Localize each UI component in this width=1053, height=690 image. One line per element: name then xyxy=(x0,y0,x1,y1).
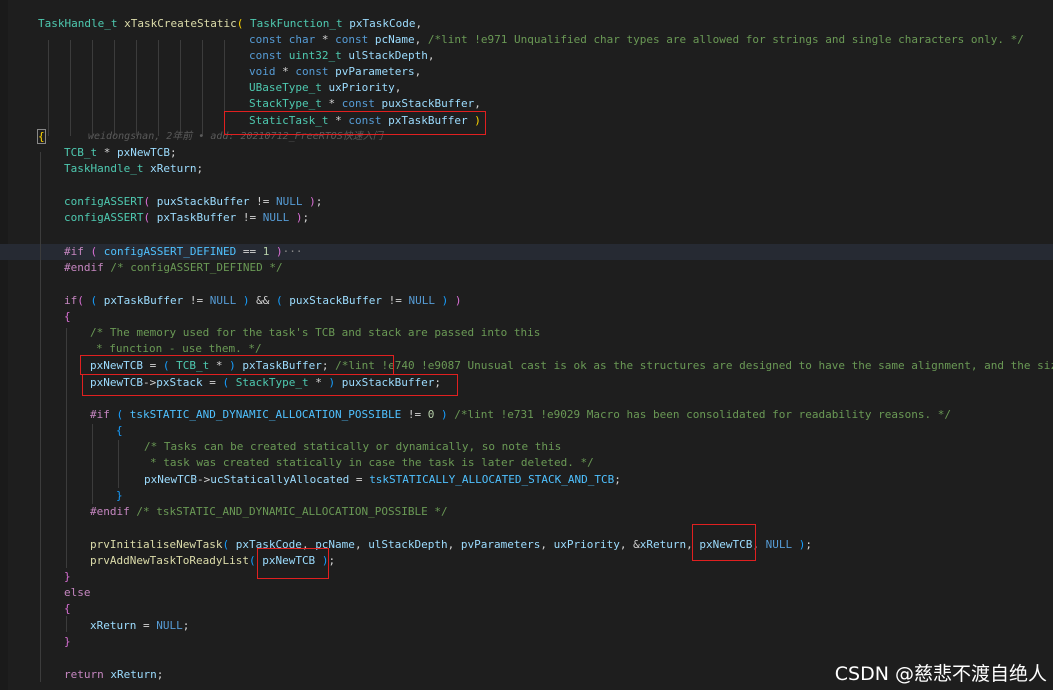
indent-guide xyxy=(118,440,119,488)
code-line: #if ( configASSERT_DEFINED == 1 )··· xyxy=(64,245,303,258)
code-line: } xyxy=(116,489,123,502)
code-line: const uint32_t ulStackDepth, xyxy=(249,49,435,62)
code-line: UBaseType_t uxPriority, xyxy=(249,81,402,94)
indent-guide xyxy=(114,40,115,136)
code-line: { xyxy=(64,602,71,615)
code-line: const char * const pcName, /*lint !e971 … xyxy=(249,33,1024,46)
code-line: else xyxy=(64,586,91,599)
code-line: { xyxy=(37,129,46,144)
code-line: TaskHandle_t xReturn; xyxy=(64,162,204,175)
code-editor[interactable]: TaskHandle_t xTaskCreateStatic( TaskFunc… xyxy=(0,0,1053,690)
highlight-box-static-task-param xyxy=(224,111,486,135)
code-line: return xReturn; xyxy=(64,668,164,681)
indent-guide xyxy=(158,40,159,136)
code-line: if( ( pxTaskBuffer != NULL ) && ( puxSta… xyxy=(64,294,462,307)
indent-guide xyxy=(180,40,181,136)
highlight-box-tcb-assignment xyxy=(80,355,394,375)
code-line: * task was created statically in case th… xyxy=(150,456,594,469)
code-line: #if ( tskSTATIC_AND_DYNAMIC_ALLOCATION_P… xyxy=(90,408,951,421)
code-line: } xyxy=(64,570,71,583)
code-line: pxNewTCB->ucStaticallyAllocated = tskSTA… xyxy=(144,473,621,486)
indent-guide xyxy=(92,40,93,136)
code-line: { xyxy=(116,424,123,437)
code-line: TCB_t * pxNewTCB; xyxy=(64,146,177,159)
code-line: /* The memory used for the task's TCB an… xyxy=(90,326,541,339)
highlight-box-stack-assignment xyxy=(82,374,458,396)
code-line: configASSERT( pxTaskBuffer != NULL ); xyxy=(64,211,310,224)
highlight-box-ready-list-arg xyxy=(257,548,329,579)
csdn-watermark: CSDN @慈悲不渡自绝人 xyxy=(834,663,1047,685)
indent-guide xyxy=(66,616,67,632)
indent-guide xyxy=(70,40,71,136)
indent-guide xyxy=(48,40,49,136)
indent-guide xyxy=(40,152,41,682)
code-line: { xyxy=(64,310,71,323)
code-line: #endif /* configASSERT_DEFINED */ xyxy=(64,261,283,274)
indent-guide xyxy=(202,40,203,136)
code-line: StackType_t * const puxStackBuffer, xyxy=(249,97,481,110)
code-line: xReturn = NULL; xyxy=(90,619,190,632)
code-line: #endif /* tskSTATIC_AND_DYNAMIC_ALLOCATI… xyxy=(90,505,448,518)
indent-guide xyxy=(136,40,137,136)
editor-gutter xyxy=(0,0,8,690)
indent-guide xyxy=(66,328,67,568)
code-line: TaskHandle_t xTaskCreateStatic( TaskFunc… xyxy=(38,17,423,30)
code-line: void * const pvParameters, xyxy=(249,65,422,78)
code-line: /* Tasks can be created statically or dy… xyxy=(144,440,562,453)
indent-guide xyxy=(92,424,93,504)
highlight-box-new-tcb-arg xyxy=(692,524,756,561)
code-line: configASSERT( puxStackBuffer != NULL ); xyxy=(64,195,323,208)
code-line: } xyxy=(64,635,71,648)
